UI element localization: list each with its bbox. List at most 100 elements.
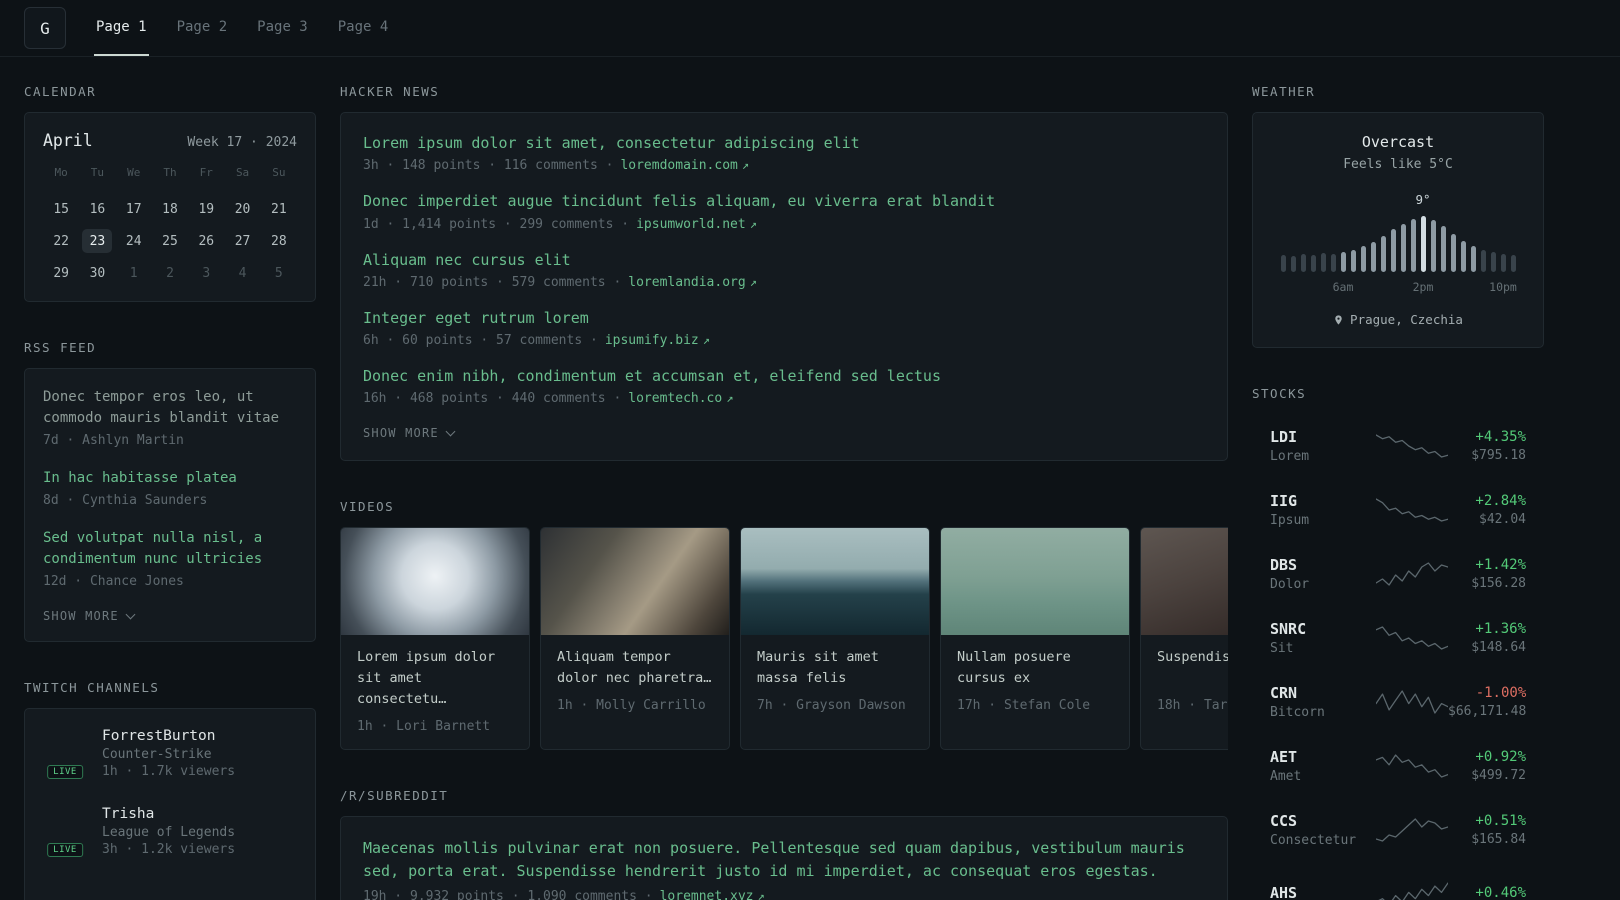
calendar-card: April Week 17 · 2024 Mo Tu We Th Fr Sa S… [24, 112, 316, 302]
stock-symbol: CRN [1270, 684, 1298, 702]
stock-symbol: AHS [1270, 883, 1298, 900]
video-card[interactable]: Mauris sit amet massa felis 7h · Grayson… [740, 527, 930, 751]
stock-row[interactable]: DBS Dolor +1.42% $156.28 [1252, 542, 1544, 606]
hn-item-domain-link[interactable]: loremlandia.org [628, 275, 745, 290]
hn-item-title[interactable]: Lorem ipsum dolor sit amet, consectetur … [363, 133, 1205, 153]
subreddit-post-title[interactable]: Maecenas mollis pulvinar erat non posuer… [363, 837, 1205, 884]
external-link-icon: ↗ [757, 888, 765, 900]
section-title-calendar: CALENDAR [24, 84, 97, 99]
subreddit-post-meta: 19h · 9,932 points · 1,090 comments · lor… [363, 889, 1205, 900]
hn-item-domain-link[interactable]: loremdomain.com [620, 158, 737, 173]
section-title-stocks: STOCKS [1252, 386, 1307, 401]
right-column: WEATHER Overcast Feels like 5°C 9° 6am 2p… [1252, 84, 1544, 900]
hn-item-title[interactable]: Aliquam nec cursus elit [363, 250, 1205, 270]
day-header: We [127, 166, 141, 179]
stock-row[interactable]: CRN Bitcorn -1.00% $66,171.48 [1252, 670, 1544, 734]
rss-show-more-button[interactable]: SHOW MORE [43, 609, 297, 623]
stock-row[interactable]: AET Amet +0.92% $499.72 [1252, 734, 1544, 798]
stock-row[interactable]: IIG Ipsum +2.84% $42.04 [1252, 478, 1544, 542]
stock-name: Amet [1270, 769, 1302, 784]
hn-item-domain-link[interactable]: ipsumify.biz [605, 333, 699, 348]
channel-meta: 3h · 1.2k viewers [102, 841, 236, 857]
video-title: Suspendisse diam [1157, 649, 1228, 666]
hn-item: Donec enim nibh, condimentum et accumsan… [363, 366, 1205, 406]
day-header: Su [272, 166, 286, 179]
video-title: Mauris sit amet massa felis [757, 649, 879, 687]
video-card[interactable]: Lorem ipsum dolor sit amet consectetu… 1… [340, 527, 530, 751]
video-card[interactable]: Aliquam tempor dolor nec pharetra… 1h · … [540, 527, 730, 751]
section-title-weather: WEATHER [1252, 84, 1316, 99]
stock-price: $165.84 [1471, 832, 1526, 847]
stock-sparkline [1376, 816, 1448, 844]
video-card[interactable]: Suspendisse diam 18h · Tara [1140, 527, 1228, 751]
calendar-date-next-month: 2 [166, 265, 174, 281]
stock-symbol: CCS [1270, 812, 1298, 830]
calendar-date: 25 [162, 233, 178, 249]
page-content: CALENDAR April Week 17 · 2024 Mo Tu We T… [0, 57, 1620, 900]
video-title: Nullam posuere cursus ex [957, 649, 1071, 687]
avatar-wrap: LIVE [43, 883, 87, 900]
video-thumbnail [341, 528, 529, 636]
hn-meta-text: 16h · 468 points · 440 comments · [363, 391, 622, 407]
calendar-date: 15 [53, 201, 69, 217]
stock-name: Consectetur [1270, 833, 1357, 848]
hn-item-meta: 21h · 710 points · 579 comments · loremla… [363, 275, 1205, 290]
rss-item-title[interactable]: In hac habitasse platea [43, 468, 297, 489]
section-title-rss: RSS FEED [24, 340, 97, 355]
calendar-date: 26 [198, 233, 215, 249]
day-header: Fr [199, 166, 213, 179]
weather-location: Prague, Czechia [1350, 312, 1463, 327]
tab-page-4[interactable]: Page 4 [336, 0, 391, 56]
stock-change: -1.00% [1475, 685, 1527, 701]
stock-change: +0.51% [1475, 813, 1526, 829]
stock-row[interactable]: LDI Lorem +4.35% $795.18 [1252, 414, 1544, 478]
stock-symbol: SNRC [1270, 620, 1307, 638]
weather-feels-like: Feels like 5°C [1343, 157, 1453, 172]
calendar-date-next-month: 4 [238, 265, 247, 281]
stock-row[interactable]: CCS Consectetur +0.51% $165.84 [1252, 798, 1544, 862]
weather-condition: Overcast [1361, 133, 1435, 151]
external-link-icon: ↗ [741, 158, 750, 173]
stock-change: +0.92% [1475, 749, 1526, 765]
app-logo[interactable]: G [24, 7, 66, 49]
stock-change: +1.36% [1475, 621, 1526, 637]
tab-page-3[interactable]: Page 3 [255, 0, 310, 56]
calendar-date-next-month: 1 [129, 265, 138, 281]
twitch-channel-row[interactable]: LIVE KendallCarr [43, 883, 297, 900]
stock-sparkline [1376, 880, 1448, 900]
calendar-date: 17 [125, 201, 142, 217]
video-meta: 7h · Grayson Dawson [757, 698, 906, 714]
tab-page-1[interactable]: Page 1 [94, 0, 149, 56]
weather-hour-labels: 6am 2pm 10pm [1332, 280, 1517, 294]
hn-item-title[interactable]: Integer eget rutrum lorem [363, 308, 1205, 328]
stock-name: Dolor [1270, 577, 1310, 592]
channel-name: ForrestBurton [102, 727, 216, 744]
calendar-date: 18 [162, 201, 178, 217]
rss-item-title[interactable]: Donec tempor eros leo, ut commodo mauris… [43, 387, 297, 429]
twitch-channel-row[interactable]: LIVE ForrestBurton Counter-Strike 1h · 1… [43, 727, 297, 779]
video-card[interactable]: Nullam posuere cursus ex 17h · Stefan Co… [940, 527, 1130, 751]
hn-item-domain-link[interactable]: ipsumworld.net [636, 217, 746, 232]
stock-row[interactable]: AHS +0.46% [1252, 862, 1544, 900]
hn-show-more-button[interactable]: SHOW MORE [363, 426, 1205, 440]
day-header: Sa [235, 166, 250, 179]
external-link-icon: ↗ [702, 333, 710, 347]
stock-change: +2.84% [1475, 493, 1526, 509]
hacker-news-card: Lorem ipsum dolor sit amet, consectetur … [340, 112, 1228, 462]
hn-item-title[interactable]: Donec imperdiet augue tincidunt felis al… [363, 191, 1205, 211]
tab-page-2[interactable]: Page 2 [175, 0, 230, 56]
rss-card: Donec tempor eros leo, ut commodo mauris… [24, 368, 316, 642]
calendar-date: 22 [53, 233, 69, 249]
rss-item-meta: 7d · Ashlyn Martin [43, 433, 184, 448]
hn-item-title[interactable]: Donec enim nibh, condimentum et accumsan… [363, 366, 1205, 386]
hn-item-domain-link[interactable]: loremtech.co [628, 391, 722, 406]
channel-meta: 1h · 1.7k viewers [102, 763, 236, 779]
subreddit-domain-link[interactable]: loremnet.xyz [660, 889, 754, 900]
calendar-date-next-month: 3 [202, 265, 211, 281]
twitch-channel-row[interactable]: LIVE Trisha League of Legends 3h · 1.2k … [43, 805, 297, 857]
stock-row[interactable]: SNRC Sit +1.36% $148.64 [1252, 606, 1544, 670]
stock-name: Sit [1270, 641, 1294, 656]
hn-item-meta: 3h · 148 points · 116 comments · loremdom… [363, 158, 1205, 173]
show-more-label: SHOW MORE [43, 609, 119, 623]
rss-item-title[interactable]: Sed volutpat nulla nisl, a condimentum n… [43, 528, 297, 570]
